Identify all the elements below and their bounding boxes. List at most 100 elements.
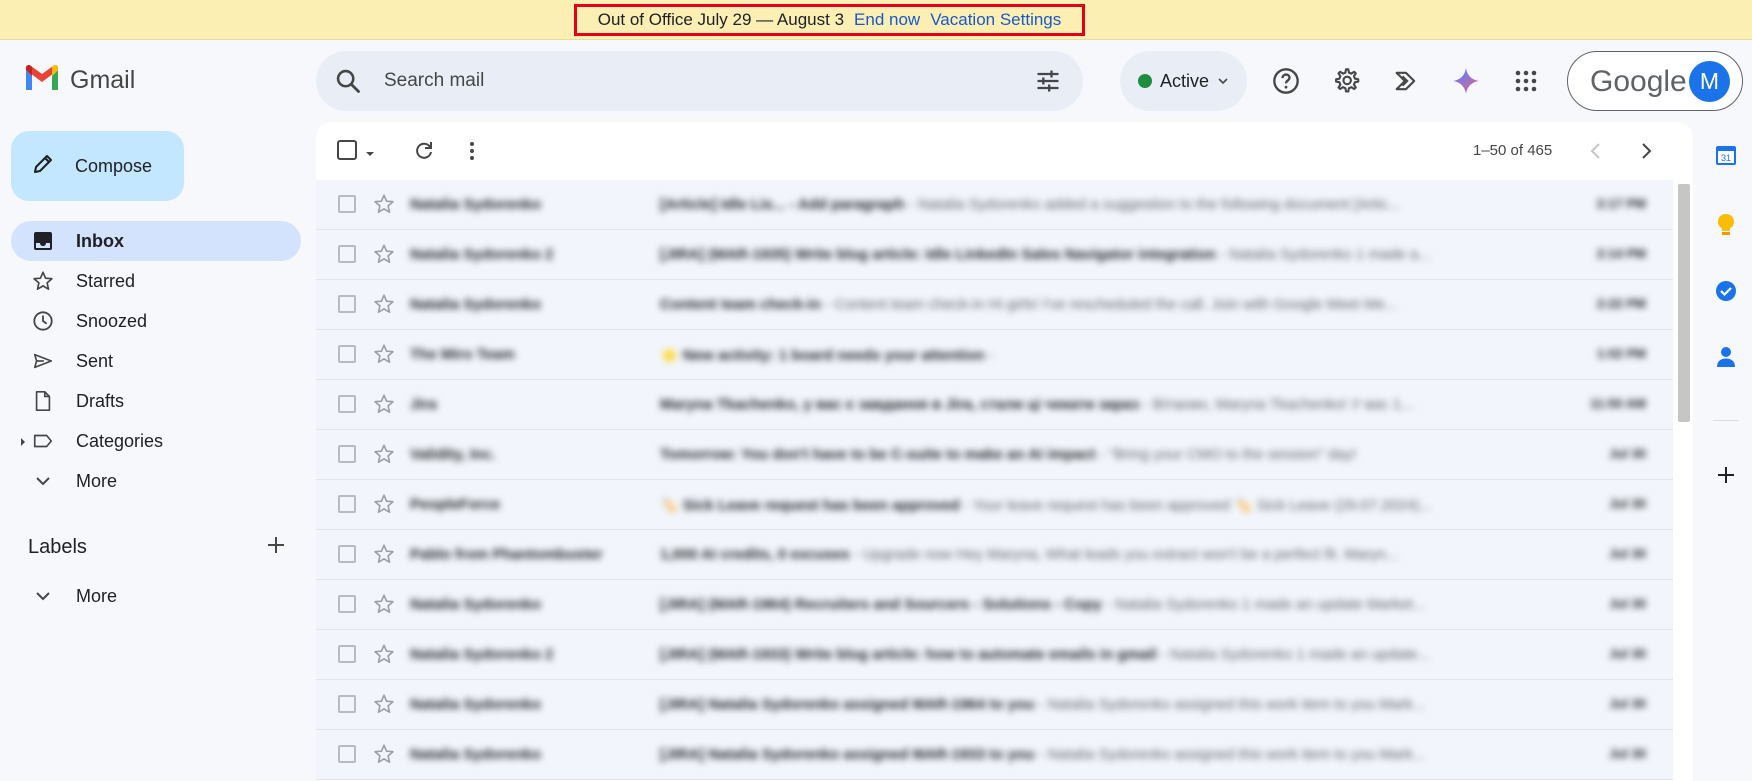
avatar: M bbox=[1689, 61, 1730, 102]
google-apps-icon[interactable] bbox=[1508, 63, 1544, 99]
older-chevron-left-icon[interactable] bbox=[1586, 139, 1606, 168]
star-icon[interactable] bbox=[373, 493, 395, 520]
email-row[interactable]: Natalia Sydorenko [JIRA] Natalia Sydorenk… bbox=[316, 680, 1673, 730]
more-options-icon[interactable] bbox=[462, 139, 482, 168]
select-all-checkbox[interactable] bbox=[336, 139, 360, 168]
chevron-down-icon bbox=[1217, 71, 1229, 92]
email-row[interactable]: Natalia Sydorenko 2 [JIRA] (MAR-1933) Wri… bbox=[316, 630, 1673, 680]
compose-button[interactable]: Compose bbox=[11, 131, 184, 201]
nav-item-starred[interactable]: Starred bbox=[11, 261, 301, 301]
email-subject: [Article] Idle Lis... - Add paragraph bbox=[660, 196, 905, 213]
row-checkbox[interactable] bbox=[338, 695, 356, 713]
email-row[interactable]: Validity, Inc. Tomorrow: You don't have t… bbox=[316, 430, 1673, 480]
email-row[interactable]: Jira Maryna Tkachenko, у вас є завдання в… bbox=[316, 380, 1673, 430]
star-icon[interactable] bbox=[373, 343, 395, 370]
add-label-icon[interactable] bbox=[266, 535, 286, 560]
google-account-button[interactable]: Google M bbox=[1567, 51, 1743, 111]
tasks-icon[interactable] bbox=[1713, 278, 1739, 304]
mail-toolbar: 1–50 of 465 bbox=[316, 122, 1693, 180]
star-icon[interactable] bbox=[373, 643, 395, 670]
add-ons-icon[interactable] bbox=[1388, 63, 1424, 99]
email-row[interactable]: Pablo from Phantombuster 1,000 AI credits… bbox=[316, 530, 1673, 580]
pagination-range: 1–50 of 465 bbox=[1473, 142, 1553, 159]
star-icon[interactable] bbox=[373, 193, 395, 220]
caret-right-icon[interactable] bbox=[18, 433, 28, 454]
email-subject-line: [JIRA] (MAR-1935) Write blog article: Id… bbox=[660, 246, 1530, 263]
nav-item-categories[interactable]: Categories bbox=[11, 421, 301, 461]
nav-item-snoozed[interactable]: Snoozed bbox=[11, 301, 301, 341]
star-icon[interactable] bbox=[373, 393, 395, 420]
out-of-office-text: Out of Office July 29 — August 3 bbox=[597, 10, 845, 29]
email-sender: Natalia Sydorenko bbox=[410, 696, 541, 713]
row-checkbox[interactable] bbox=[338, 495, 356, 513]
refresh-icon[interactable] bbox=[412, 139, 436, 168]
nav-item-inbox[interactable]: Inbox bbox=[11, 221, 301, 261]
banner-highlight-box: Out of Office July 29 — August 3 End now… bbox=[574, 4, 1085, 36]
newer-chevron-right-icon[interactable] bbox=[1636, 139, 1656, 168]
star-icon[interactable] bbox=[373, 743, 395, 770]
email-row[interactable]: PeopleForce 🏷️ Sick Leave request has bee… bbox=[316, 480, 1673, 530]
row-checkbox[interactable] bbox=[338, 245, 356, 263]
nav-item-drafts[interactable]: Drafts bbox=[11, 381, 301, 421]
row-checkbox[interactable] bbox=[338, 645, 356, 663]
row-checkbox[interactable] bbox=[338, 345, 356, 363]
row-checkbox[interactable] bbox=[338, 545, 356, 563]
star-icon[interactable] bbox=[373, 693, 395, 720]
email-row[interactable]: Natalia Sydorenko [JIRA] (MAR-1964) Recru… bbox=[316, 580, 1673, 630]
star-icon[interactable] bbox=[373, 293, 395, 320]
email-date: Jul 30 bbox=[1609, 746, 1646, 761]
nav-item-sent[interactable]: Sent bbox=[11, 341, 301, 381]
row-checkbox[interactable] bbox=[338, 595, 356, 613]
email-snippet: - Вітаємо, Maryna Tkachenko! У вас 1... bbox=[1139, 396, 1414, 413]
labels-heading: Labels bbox=[28, 536, 87, 558]
labels-more[interactable]: More bbox=[11, 576, 301, 616]
email-row[interactable]: Natalia Sydorenko Content team check-in -… bbox=[316, 280, 1673, 330]
row-checkbox[interactable] bbox=[338, 295, 356, 313]
help-icon[interactable] bbox=[1268, 63, 1304, 99]
email-date: Jul 30 bbox=[1609, 546, 1646, 561]
contacts-icon[interactable] bbox=[1713, 344, 1739, 370]
email-row[interactable]: The Miro Team ⭐ New activity: 1 board nee… bbox=[316, 330, 1673, 380]
settings-gear-icon[interactable] bbox=[1328, 63, 1364, 99]
email-subject: Maryna Tkachenko, у вас є завдання в Jir… bbox=[660, 396, 1140, 413]
search-bar[interactable] bbox=[316, 51, 1083, 111]
search-input[interactable] bbox=[384, 65, 944, 97]
gmail-logo[interactable]: Gmail bbox=[24, 64, 135, 97]
star-icon[interactable] bbox=[373, 543, 395, 570]
row-checkbox[interactable] bbox=[338, 195, 356, 213]
email-snippet: - "Bring your CMO to the session" day! bbox=[1095, 446, 1357, 463]
email-snippet: - Upgrade now Hey Maryna, What leads you… bbox=[849, 546, 1399, 563]
select-dropdown-icon[interactable] bbox=[364, 146, 376, 164]
email-row[interactable]: Natalia Sydorenko 2 [JIRA] (MAR-1935) Wri… bbox=[316, 230, 1673, 280]
gemini-sparkle-icon[interactable] bbox=[1448, 63, 1484, 99]
row-checkbox[interactable] bbox=[338, 445, 356, 463]
add-addon-icon[interactable] bbox=[1713, 462, 1739, 488]
search-icon[interactable] bbox=[334, 67, 362, 100]
pencil-icon bbox=[31, 152, 55, 181]
vacation-settings-link[interactable]: Vacation Settings bbox=[930, 10, 1061, 30]
nav-item-more[interactable]: More bbox=[11, 461, 301, 501]
email-sender: Natalia Sydorenko 2 bbox=[410, 646, 554, 663]
star-icon[interactable] bbox=[373, 443, 395, 470]
star-icon[interactable] bbox=[373, 243, 395, 270]
email-sender: Natalia Sydorenko bbox=[410, 296, 541, 313]
email-subject-line: [JIRA] Natalia Sydorenko assigned MAR-19… bbox=[660, 696, 1530, 713]
status-selector[interactable]: Active bbox=[1120, 51, 1247, 111]
nav-label-more: More bbox=[76, 471, 118, 491]
email-subject: ⭐ New activity: 1 board needs your atten… bbox=[660, 347, 985, 364]
email-row[interactable]: Natalia Sydorenko [Article] Idle Lis... -… bbox=[316, 180, 1673, 230]
calendar-icon[interactable]: 31 bbox=[1713, 142, 1739, 168]
search-options-icon[interactable] bbox=[1034, 67, 1062, 100]
scrollbar-thumb[interactable] bbox=[1678, 184, 1690, 422]
compose-label: Compose bbox=[75, 155, 153, 176]
email-sender: The Miro Team bbox=[410, 346, 515, 363]
email-date: Jul 30 bbox=[1609, 696, 1646, 711]
email-snippet: - Natalia Sydorenko assigned this work i… bbox=[1034, 696, 1426, 713]
row-checkbox[interactable] bbox=[338, 745, 356, 763]
email-row[interactable]: Natalia Sydorenko [JIRA] Natalia Sydorenk… bbox=[316, 730, 1673, 780]
row-checkbox[interactable] bbox=[338, 395, 356, 413]
email-snippet: - Natalia Sydorenko 1 made an update... bbox=[1156, 646, 1430, 663]
keep-icon[interactable] bbox=[1713, 212, 1739, 238]
star-icon[interactable] bbox=[373, 593, 395, 620]
end-now-link[interactable]: End now bbox=[854, 10, 920, 30]
